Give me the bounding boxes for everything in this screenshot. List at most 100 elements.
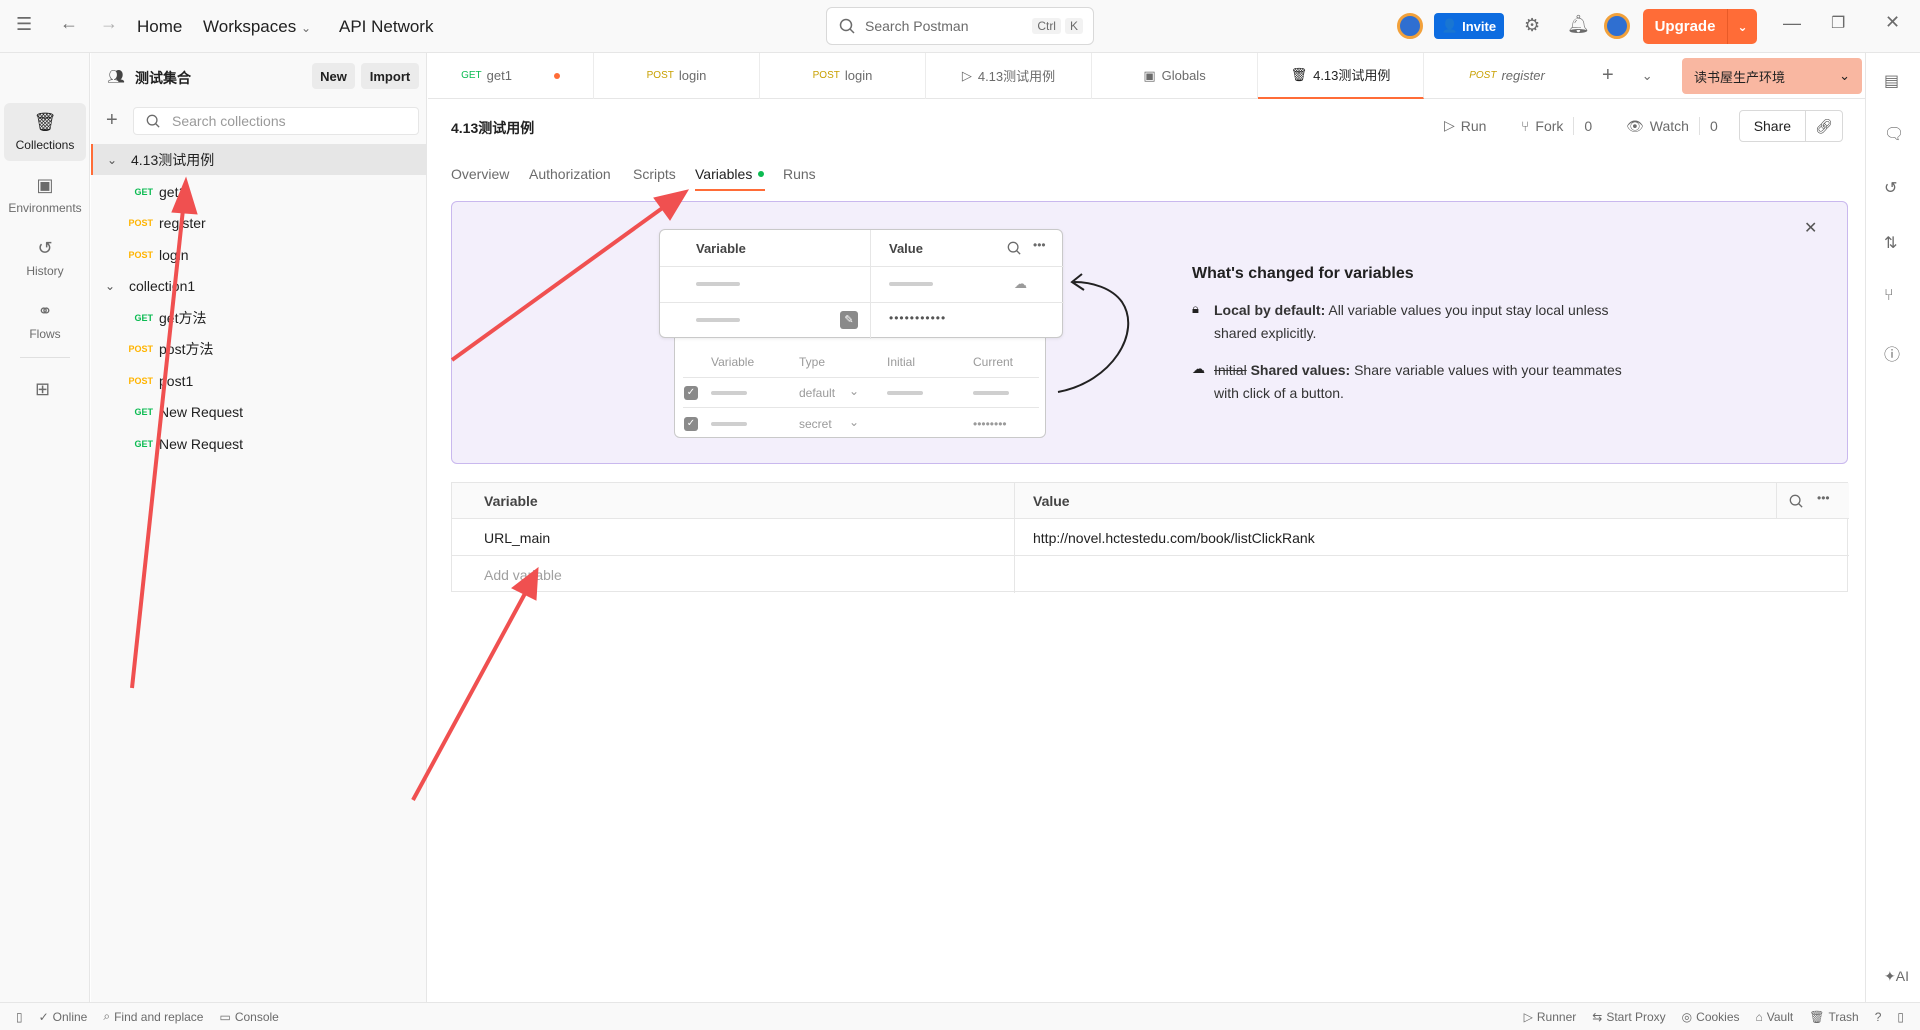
tab-login[interactable]: POST login [760,52,926,99]
status-cookies[interactable]: ◎ Cookies [1682,1010,1740,1024]
new-button[interactable]: New [312,63,355,89]
status-online[interactable]: ✓ Online [39,1010,88,1024]
fork-button[interactable]: ⑂ Fork 0 [1521,117,1592,135]
status-runner[interactable]: ▷ Runner [1524,1010,1577,1024]
subtab-authorization[interactable]: Authorization [529,166,611,182]
fork-icon[interactable]: ⑂ [1884,287,1894,305]
chevron-down-icon: ⌄ [1839,68,1850,83]
pull-request-icon[interactable]: ⇅ [1884,233,1897,253]
status-start-proxy[interactable]: ⇆ Start Proxy [1592,1010,1665,1024]
request-label: register [159,214,206,231]
search-icon[interactable] [1789,494,1803,508]
layout-icon[interactable]: ▯ [1897,1010,1904,1024]
collection-search-input[interactable]: Search collections [133,107,419,135]
method-badge: POST [128,375,153,386]
tab-runner[interactable]: ▷ 4.13测试用例 [926,52,1092,99]
add-variable-input[interactable]: Add variable [484,567,562,583]
close-icon[interactable]: ✕ [1804,218,1817,238]
variable-name-cell[interactable]: URL_main [484,530,550,546]
search-input[interactable]: Search Postman Ctrl K [826,7,1094,45]
new-tab-plus-icon[interactable]: + [1602,64,1614,87]
toggle-sidebar-icon[interactable]: ▯ [16,1010,23,1024]
rail-item-environments[interactable]: ▣ Environments [4,166,86,224]
status-find-replace[interactable]: ⌕ Find and replace [103,1009,203,1024]
request-item[interactable]: POST post1 [91,365,427,396]
link-icon[interactable]: 🔗︎ [1806,118,1842,135]
method-badge: POST [812,70,840,81]
forward-arrow-icon[interactable]: → [100,13,118,34]
rail-item-history[interactable]: ↺ History [4,229,86,287]
request-item[interactable]: GET New Request [91,396,427,427]
upgrade-button[interactable]: Upgrade ⌄ [1643,9,1757,44]
invite-button[interactable]: 👤 Invite [1434,13,1504,39]
help-icon[interactable]: ? [1875,1010,1882,1024]
table-row[interactable]: URL_main http://novel.hctestedu.com/book… [452,519,1849,556]
request-item[interactable]: GET get1 [91,176,427,207]
nav-home[interactable]: Home [137,17,182,37]
tab-label: Globals [1161,68,1206,83]
rail-item-flows[interactable]: ⚭ Flows [4,292,86,350]
back-arrow-icon[interactable]: ← [60,13,78,34]
subtab-scripts[interactable]: Scripts [633,166,676,182]
tab-globals[interactable]: ▣ Globals [1092,52,1258,99]
more-options-icon: ••• [1033,238,1046,252]
maximize-icon[interactable]: ❐ [1831,13,1845,33]
cookie-icon: ◎ [1681,1009,1693,1024]
chevron-down-icon[interactable]: ⌄ [1728,20,1757,34]
subtab-overview[interactable]: Overview [451,166,509,182]
import-button[interactable]: Import [361,63,419,89]
subtab-runs[interactable]: Runs [783,166,816,182]
tab-label: login [844,68,873,83]
tab-get1[interactable]: GET get1 [428,52,594,99]
add-workspace-panel-icon[interactable]: ⊞ [35,379,50,400]
more-options-icon[interactable]: ••• [1817,491,1830,505]
environment-selector[interactable]: 读书屋生产环境 ⌄ [1682,58,1862,94]
rail-item-collections[interactable]: 🗑︎ Collections [4,103,86,161]
request-item[interactable]: POST post方法 [91,333,427,364]
flows-icon: ⚭ [37,301,53,321]
eye-icon: 👁︎ [1626,117,1644,134]
active-subtab-underline [695,189,765,191]
gear-icon[interactable]: ⚙ [1524,15,1540,36]
watch-button[interactable]: 👁︎ Watch 0 [1626,117,1718,135]
check-circle-icon: ✓ [38,1009,49,1024]
run-button[interactable]: ▷ Run [1444,117,1486,134]
chevron-down-icon[interactable]: ⌄ [107,153,131,167]
chevron-down-icon[interactable]: ⌄ [1642,68,1653,84]
status-console[interactable]: ▭ Console [219,1010,278,1024]
request-item[interactable]: GET New Request [91,428,427,459]
subtab-variables[interactable]: Variables [695,166,765,182]
minimize-icon[interactable]: — [1783,13,1801,34]
request-item[interactable]: POST login [91,239,427,270]
comments-icon[interactable]: 🗨︎ [1884,124,1904,144]
close-icon[interactable]: ✕ [1885,12,1900,33]
changelog-icon[interactable]: ↺ [1884,178,1897,198]
chevron-down-icon[interactable]: ⌄ [105,279,129,293]
nav-workspaces[interactable]: Workspaces ⌄ [203,17,311,37]
ai-icon[interactable]: ✦AI [1884,968,1909,985]
request-item[interactable]: GET get方法 [91,302,427,333]
collection-item[interactable]: ⌄ collection1 [91,270,427,301]
add-collection-icon[interactable]: + [106,109,118,132]
fork-icon: ⑂ [1521,118,1530,134]
info-icon[interactable]: ⓘ [1884,341,1900,365]
documentation-icon[interactable]: ▤ [1884,71,1899,91]
avatar[interactable] [1397,13,1423,39]
rail-label: History [26,264,64,278]
menu-icon[interactable]: ☰ [16,14,32,35]
tab-collection[interactable]: 🗑︎ 4.13测试用例 [1258,52,1424,99]
illus-current-dots: •••••••• [973,417,1007,431]
tab-register[interactable]: POST register [1424,53,1590,99]
user-avatar[interactable] [1604,13,1630,39]
bell-icon[interactable]: 🔔︎ [1567,14,1590,35]
vault-icon: ⌂ [1755,1009,1763,1024]
nav-api-network[interactable]: API Network [339,17,433,37]
tab-login[interactable]: POST login [594,52,760,99]
request-item[interactable]: POST register [91,207,427,238]
add-variable-row[interactable]: Add variable [452,556,1849,592]
collection-item[interactable]: ⌄ 4.13测试用例 [91,144,427,175]
status-trash[interactable]: 🗑︎ Trash [1809,1010,1858,1024]
share-button[interactable]: Share [1740,118,1805,134]
status-vault[interactable]: ⌂ Vault [1756,1010,1794,1024]
variable-value-cell[interactable]: http://novel.hctestedu.com/book/listClic… [1033,530,1315,546]
